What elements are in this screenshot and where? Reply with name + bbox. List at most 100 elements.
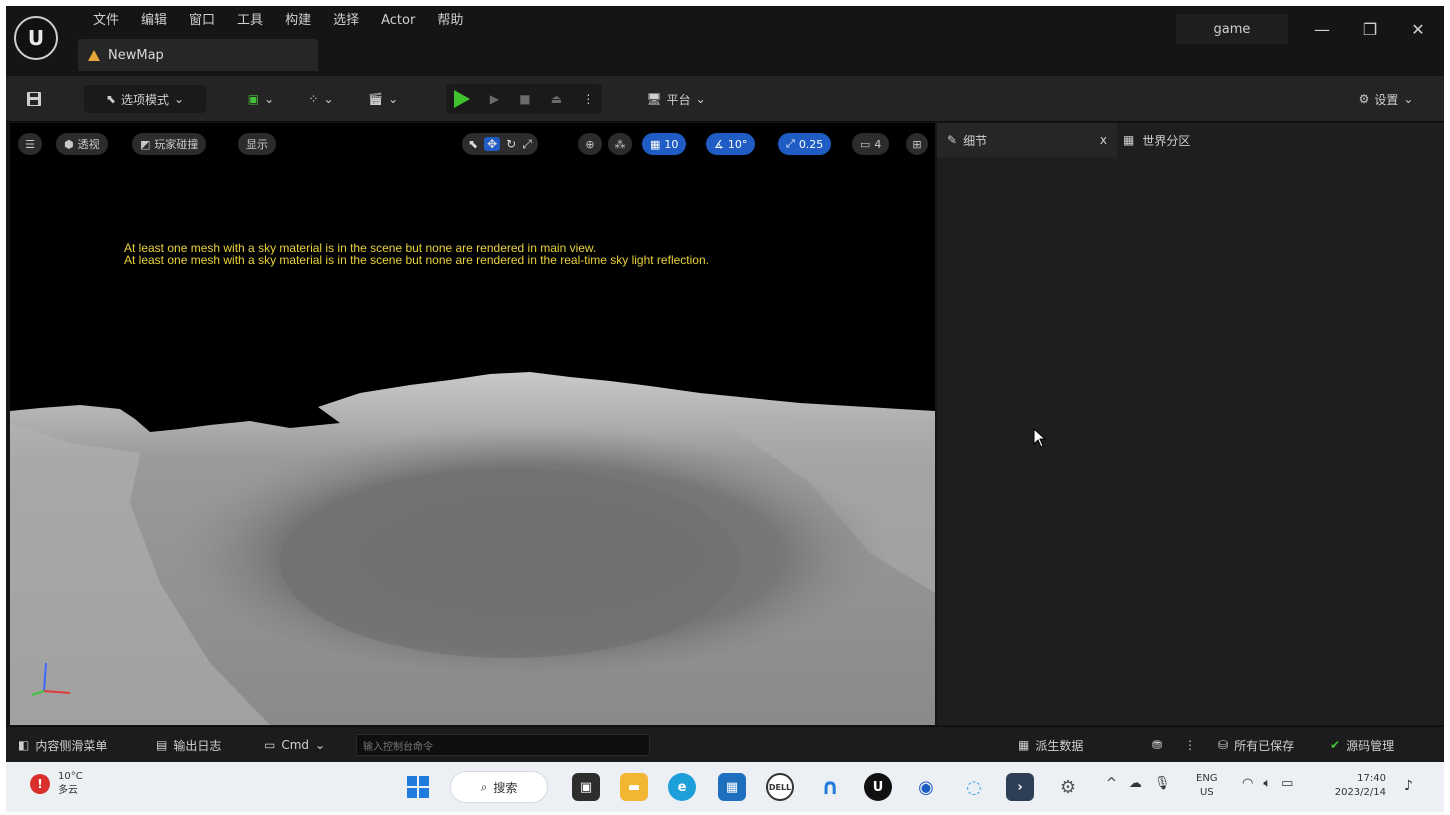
all-saved-button[interactable]: ⛁ 所有已保存 (1218, 727, 1294, 763)
more-options-icon[interactable]: ⋮ (582, 92, 594, 106)
settings-button[interactable]: ⚙ 设置 ⌄ (1346, 85, 1426, 113)
console-command-input[interactable]: 输入控制台命令 (356, 734, 650, 756)
camera-speed-value: 4 (874, 137, 882, 151)
transform-tools: ⬉ ✥ ↻ ⤢ (462, 133, 538, 155)
layout-icon[interactable]: ⊞ (906, 133, 928, 155)
edge-icon[interactable]: e (668, 773, 696, 801)
notifications-icon[interactable]: ♪ (1404, 778, 1413, 794)
surface-snap-icon[interactable]: ⁂ (608, 133, 632, 155)
content-drawer-button[interactable]: ◧ 内容侧滑菜单 (18, 727, 107, 763)
menu-edit[interactable]: 编辑 (130, 10, 178, 32)
file-explorer-icon[interactable]: ▬ (620, 773, 648, 801)
scale-snap-value: 0.25 (798, 137, 824, 151)
platforms-icon: 🖥︎ (646, 92, 662, 106)
blueprint-icon: ⁘ (308, 92, 319, 106)
derived-data-button[interactable]: ▦ 派生数据 (1018, 727, 1083, 763)
output-log-label: 输出日志 (173, 738, 222, 753)
wifi-icon: ◠ (1242, 776, 1254, 791)
rotate-tool-icon[interactable]: ↻ (506, 137, 516, 151)
blueprint-button[interactable]: ⁘ ⌄ (298, 85, 344, 113)
camera-speed-button[interactable]: ▭ 4 (852, 133, 890, 155)
sky-warning-reflection: At least one mesh with a sky material is… (124, 253, 709, 267)
viewport-menu-icon[interactable]: ☰ (18, 133, 42, 155)
save-status-icon: ⛁ (1218, 738, 1229, 752)
menu-file[interactable]: 文件 (82, 10, 130, 32)
menu-actor[interactable]: Actor (370, 10, 426, 32)
scale-tool-icon[interactable]: ⤢ (522, 137, 532, 152)
task-view-icon[interactable]: ▣ (572, 773, 600, 801)
system-status-icons[interactable]: ◠ 🔈︎ ▭ (1242, 776, 1293, 791)
rotation-snap-value: 10° (727, 137, 748, 151)
scale-snap-toggle[interactable]: ⤢ 0.25 (778, 133, 832, 155)
platforms-button[interactable]: 🖥︎ 平台 ⌄ (634, 85, 718, 113)
mode-label: 选项模式 (120, 92, 169, 107)
grid-snap-toggle[interactable]: ▦ 10 (642, 133, 687, 155)
perspective-button[interactable]: ⬢ 透视 (56, 133, 108, 155)
camera-icon: ▭ (860, 137, 871, 151)
menu-build[interactable]: 构建 (274, 10, 322, 32)
world-partition-tab[interactable]: ▦ 世界分区 (1123, 123, 1190, 157)
main-toolbar: ⬉ 选项模式 ⌄ ▣ ⌄ ⁘ ⌄ 🎬︎ ⌄ ▶ ■ ⏏ ⋮ 🖥︎ 平台 ⌄ ⚙ 设置 … (6, 76, 1444, 122)
menu-select[interactable]: 选择 (322, 10, 370, 32)
status-bar: ◧ 内容侧滑菜单 ▤ 输出日志 ▭ Cmd ⌄ 输入控制台命令 ▦ 派生数据 ⛃… (6, 726, 1444, 762)
clock[interactable]: 17:40 2023/2/14 (1326, 772, 1386, 800)
more-icon[interactable]: ⋮ (1184, 727, 1196, 763)
world-partition-icon: ▦ (1123, 133, 1135, 147)
step-icon[interactable]: ▶ (490, 92, 499, 106)
source-control-button[interactable]: ✔ 源码管理 (1330, 727, 1394, 763)
tray-chevron-up-icon[interactable]: ^ (1106, 776, 1117, 791)
level-viewport[interactable]: ☰ ⬢ 透视 ◩ 玩家碰撞 显示 ⬉ ✥ ↻ ⤢ ⊕ ⁂ ▦ 10 ∡ 10° … (10, 123, 935, 725)
volume-icon: 🔈︎ (1263, 776, 1272, 791)
move-tool-icon[interactable]: ✥ (484, 137, 501, 151)
microphone-icon[interactable]: 🎙︎ (1154, 776, 1171, 791)
onedrive-icon[interactable]: ☁ (1129, 776, 1142, 791)
terminal-taskbar-icon[interactable]: › (1006, 773, 1034, 801)
show-button[interactable]: 显示 (238, 133, 276, 155)
save-icon[interactable] (20, 85, 48, 113)
stop-icon[interactable]: ■ (519, 92, 530, 106)
title-bar: U 文件 编辑 窗口 工具 构建 选择 Actor 帮助 NewMap game… (6, 6, 1444, 76)
view-mode-button[interactable]: ◩ 玩家碰撞 (132, 133, 207, 155)
unreal-taskbar-icon[interactable]: U (864, 773, 892, 801)
select-tool-icon[interactable]: ⬉ (468, 137, 478, 151)
start-icon[interactable] (404, 773, 432, 801)
restore-button[interactable]: ❐ (1352, 16, 1388, 42)
store-icon[interactable]: ▦ (718, 773, 746, 801)
menu-help[interactable]: 帮助 (426, 10, 474, 32)
output-log-button[interactable]: ▤ 输出日志 (156, 727, 221, 763)
content-drawer-icon: ◧ (18, 738, 30, 752)
eject-icon[interactable]: ⏏ (551, 92, 562, 106)
clock-time: 17:40 (1357, 773, 1386, 784)
cmd-button[interactable]: ▭ Cmd ⌄ (264, 727, 325, 763)
play-icon[interactable] (453, 90, 470, 108)
menu-tools[interactable]: 工具 (226, 10, 274, 32)
taskbar-search[interactable]: ⌕ 搜索 (450, 771, 548, 803)
rotation-snap-toggle[interactable]: ∡ 10° (706, 133, 756, 155)
close-button[interactable]: ✕ (1400, 16, 1436, 42)
dell-support-icon[interactable]: ∩ (816, 773, 844, 801)
input-language[interactable]: ENG US (1196, 772, 1218, 800)
cinematics-button[interactable]: 🎬︎ ⌄ (360, 85, 406, 113)
check-circle-icon: ✔ (1330, 738, 1341, 752)
mode-select-button[interactable]: ⬉ 选项模式 ⌄ (84, 85, 206, 113)
show-label: 显示 (246, 138, 268, 151)
map-tab[interactable]: NewMap (78, 39, 318, 71)
close-tab-icon[interactable]: x (1100, 133, 1107, 147)
minimize-button[interactable]: — (1304, 16, 1340, 42)
world-local-icon[interactable]: ⊕ (578, 133, 602, 155)
chevron-down-icon: ⌄ (264, 92, 275, 106)
details-tab[interactable]: ✎ 细节 x (937, 123, 1117, 157)
settings-label: 设置 (1374, 92, 1399, 107)
chat-icon[interactable]: ◌ (960, 773, 988, 801)
search-label: 搜索 (493, 780, 518, 795)
weather-widget[interactable]: ! 10°C 多云 (30, 770, 83, 798)
lang-bottom: US (1199, 787, 1214, 798)
revision-control-icon[interactable]: ⛃ (1152, 727, 1162, 763)
add-actor-button[interactable]: ▣ ⌄ (238, 85, 284, 113)
dell-icon[interactable]: DELL (766, 773, 794, 801)
unreal-logo-icon[interactable]: U (14, 16, 58, 60)
epic-launcher-icon[interactable]: ◉ (912, 773, 940, 801)
chevron-down-icon: ⌄ (323, 92, 334, 106)
settings-taskbar-icon[interactable]: ⚙ (1054, 773, 1082, 801)
menu-window[interactable]: 窗口 (178, 10, 226, 32)
